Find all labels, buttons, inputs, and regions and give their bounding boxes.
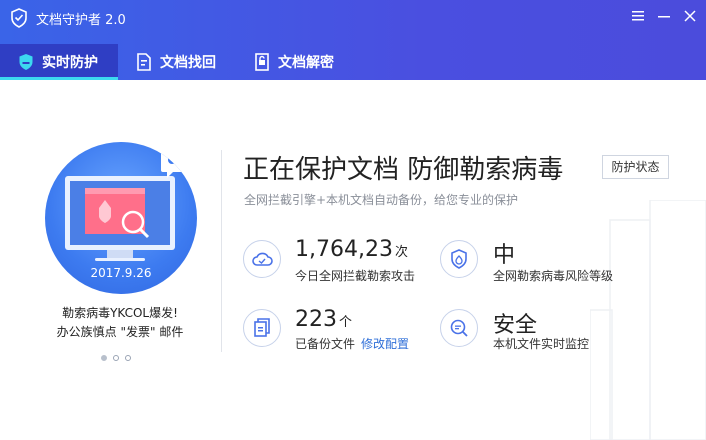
promo-caption[interactable]: 办公族慎点 "发票" 邮件 bbox=[30, 323, 210, 340]
tab-label: 文档解密 bbox=[278, 55, 334, 71]
tab-realtime-protection[interactable]: 实时防护 bbox=[0, 44, 118, 80]
page-title: 正在保护文档 防御勒索病毒 bbox=[243, 155, 564, 185]
document-unlock-icon bbox=[254, 53, 270, 71]
backup-count-value: 223 个 bbox=[295, 307, 352, 332]
carousel-dot[interactable] bbox=[125, 355, 131, 361]
document-restore-icon bbox=[136, 53, 152, 71]
tab-bar: 实时防护 文档找回 文档解密 bbox=[0, 44, 706, 80]
monitor-status-label: 本机文件实时监控 bbox=[493, 337, 590, 351]
blocked-attacks-label: 今日全网拦截勒索攻击 bbox=[295, 269, 416, 283]
title-bar[interactable]: 文档守护者 2.0 bbox=[0, 0, 706, 36]
risk-level-value: 中 bbox=[493, 243, 516, 268]
minimize-button[interactable] bbox=[654, 6, 674, 26]
stat-unit: 个 bbox=[339, 315, 353, 330]
shield-icon bbox=[18, 53, 34, 71]
promo-caption[interactable]: 勒索病毒YKCOL爆发! bbox=[30, 304, 210, 321]
page-subtitle: 全网拦截引擎+本机文档自动备份，给您专业的保护 bbox=[244, 193, 519, 207]
risk-shield-icon bbox=[440, 240, 478, 278]
carousel-dot[interactable] bbox=[101, 355, 107, 361]
close-icon bbox=[684, 10, 696, 22]
tab-label: 实时防护 bbox=[42, 55, 98, 71]
close-button[interactable] bbox=[680, 6, 700, 26]
menu-icon bbox=[632, 11, 644, 21]
protection-status-button[interactable]: 防护状态 bbox=[602, 155, 669, 179]
backup-label: 已备份文件 修改配置 bbox=[295, 335, 409, 352]
cloud-icon bbox=[243, 240, 281, 278]
backup-files-icon bbox=[243, 309, 281, 347]
app-title: 文档守护者 2.0 bbox=[36, 13, 126, 28]
tab-document-restore[interactable]: 文档找回 bbox=[118, 44, 236, 80]
city-skyline-illustration bbox=[590, 200, 706, 440]
header: 文档守护者 2.0 实时防护 文档找回 文档解密 bbox=[0, 0, 706, 80]
modify-config-link[interactable]: 修改配置 bbox=[361, 337, 409, 351]
stat-number: 223 bbox=[295, 307, 337, 332]
menu-button[interactable] bbox=[628, 6, 648, 26]
tab-label: 文档找回 bbox=[160, 55, 216, 71]
tab-document-decrypt[interactable]: 文档解密 bbox=[236, 44, 354, 80]
monitor-search-icon bbox=[440, 309, 478, 347]
shield-logo-icon bbox=[11, 8, 27, 28]
backup-label-text: 已备份文件 bbox=[295, 337, 356, 351]
carousel-dot[interactable] bbox=[113, 355, 119, 361]
blocked-attacks-value: 1,764,23 次 bbox=[295, 237, 408, 262]
risk-level-label: 全网勒索病毒风险等级 bbox=[493, 269, 614, 283]
minimize-icon bbox=[658, 16, 670, 18]
promo-date: 2017.9.26 bbox=[90, 266, 152, 280]
stat-unit: 次 bbox=[394, 245, 408, 260]
carousel-dots bbox=[101, 355, 131, 363]
promo-banner[interactable]: 2017.9.26 bbox=[45, 142, 197, 294]
stat-number: 1,764,23 bbox=[295, 237, 393, 262]
divider bbox=[221, 150, 222, 352]
